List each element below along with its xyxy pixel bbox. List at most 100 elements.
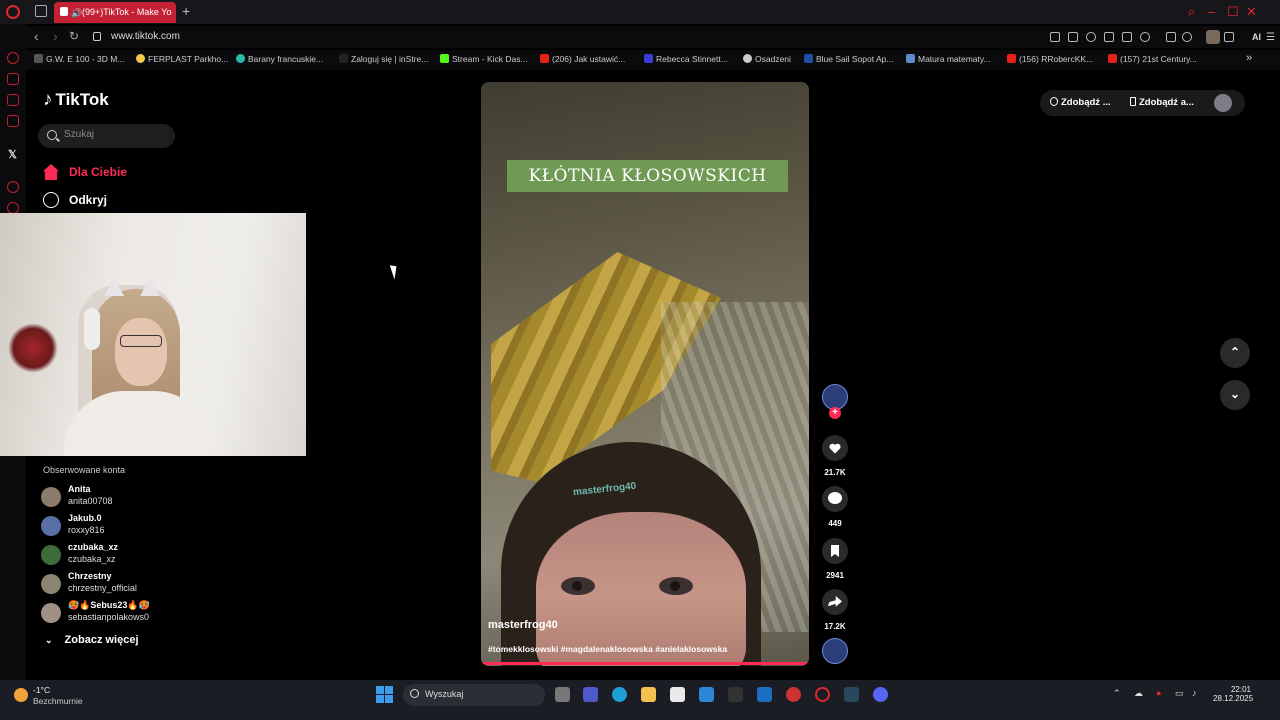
save-button[interactable]: [822, 538, 848, 564]
speaker-icon[interactable]: 🔊: [71, 8, 82, 18]
extension-icon[interactable]: [1182, 32, 1192, 42]
tray-chevron-icon[interactable]: ⌃: [1113, 688, 1121, 699]
bookmark-icon[interactable]: [1050, 32, 1060, 42]
reload-button[interactable]: ↻: [69, 29, 79, 43]
windows-taskbar: -1°C Bezchmurnie ⌃ ☁ ● ▭ ♪ 22:01 28.12.2…: [0, 680, 1280, 720]
browser-tab-tiktok[interactable]: 🔊(99+)TikTok - Make Yo: [54, 2, 176, 23]
bookmarks-overflow-icon[interactable]: »: [1246, 52, 1252, 64]
microphone-icon[interactable]: ●: [1156, 688, 1161, 698]
mail-icon[interactable]: [699, 687, 714, 702]
search-input[interactable]: [64, 129, 164, 140]
maximize-button[interactable]: ☐: [1227, 4, 1239, 20]
teams-icon[interactable]: [583, 687, 598, 702]
bookmark-item[interactable]: Osadzeni: [743, 54, 791, 64]
play-icon[interactable]: [1122, 32, 1132, 42]
edge-icon[interactable]: [612, 687, 627, 702]
video-hashtags[interactable]: #tomekklosowski #magdalenaklosowska #ani…: [488, 644, 727, 654]
get-coins-button[interactable]: Zdobądź ...: [1050, 97, 1111, 108]
app-icon[interactable]: [757, 687, 772, 702]
weather-icon[interactable]: [14, 688, 28, 702]
close-window-button[interactable]: ✕: [1246, 4, 1257, 20]
extensions-icon[interactable]: [1166, 32, 1176, 42]
app-icon[interactable]: [728, 687, 743, 702]
tab-title: (99+)TikTok - Make Yo: [82, 7, 172, 17]
lock-icon[interactable]: [93, 32, 101, 41]
avatar: [41, 516, 61, 536]
tab-manager-icon[interactable]: [35, 5, 47, 17]
taskbar-search-input[interactable]: [425, 689, 535, 699]
search-tabs-icon[interactable]: ⌕: [1188, 4, 1195, 20]
get-app-button[interactable]: Zdobądź a...: [1130, 97, 1194, 108]
new-tab-button[interactable]: +: [182, 3, 190, 19]
compass-icon: [43, 192, 59, 208]
file-explorer-icon[interactable]: [641, 687, 656, 702]
translate-icon[interactable]: [1104, 32, 1114, 42]
avatar: [41, 545, 61, 565]
video-progress-bar[interactable]: [481, 662, 809, 665]
music-disc-icon[interactable]: [822, 638, 848, 664]
minimize-button[interactable]: –: [1208, 4, 1215, 19]
opera-logo-icon[interactable]: [6, 5, 20, 19]
profile-avatar[interactable]: [1214, 94, 1232, 112]
task-view-icon[interactable]: [555, 687, 570, 702]
phone-icon: [1130, 97, 1136, 106]
steam-icon[interactable]: [844, 687, 859, 702]
comment-button[interactable]: [822, 486, 848, 512]
previous-video-button[interactable]: ⌃: [1220, 338, 1250, 368]
bookmark-item[interactable]: Blue Sail Sopot Ap...: [804, 54, 894, 64]
heart-icon: [829, 443, 841, 454]
see-more-button[interactable]: ⌄ Zobacz więcej: [45, 634, 139, 646]
bookmark-item[interactable]: Zaloguj się | inStre...: [339, 54, 428, 64]
bookmark-item[interactable]: (156) RRobercKK...: [1007, 54, 1093, 64]
start-button[interactable]: [376, 686, 393, 703]
aria-icon[interactable]: [1239, 32, 1249, 42]
network-icon[interactable]: ▭: [1175, 688, 1184, 699]
bookmark-item[interactable]: Matura matematy...: [906, 54, 991, 64]
snapshot-icon[interactable]: [1068, 32, 1078, 42]
nav-for-you[interactable]: Dla Ciebie: [43, 164, 127, 180]
discord-icon[interactable]: [873, 687, 888, 702]
player-icon[interactable]: [7, 181, 19, 193]
bookmark-item[interactable]: Barany francuskie...: [236, 54, 323, 64]
heart-icon[interactable]: [1140, 32, 1150, 42]
like-button[interactable]: [822, 435, 848, 461]
bookmark-item[interactable]: (157) 21st Century...: [1108, 54, 1197, 64]
url-field[interactable]: www.tiktok.com: [111, 31, 180, 42]
opera-icon[interactable]: [815, 687, 830, 702]
follow-plus-icon[interactable]: +: [829, 407, 841, 419]
back-button[interactable]: ‹: [34, 28, 39, 44]
taskbar-search[interactable]: [403, 684, 545, 706]
temperature[interactable]: -1°C: [33, 685, 50, 695]
tiktok-logo[interactable]: ♪ TikTok: [43, 89, 109, 111]
weather-condition[interactable]: Bezchmurnie: [33, 696, 83, 706]
nav-explore[interactable]: Odkryj: [43, 192, 107, 208]
forward-button[interactable]: ›: [53, 28, 58, 44]
profile-extension-icon[interactable]: [1206, 30, 1220, 44]
volume-icon[interactable]: ♪: [1192, 688, 1197, 698]
chat-icon[interactable]: [7, 115, 19, 127]
share-button[interactable]: [822, 589, 848, 615]
next-video-button[interactable]: ⌄: [1220, 380, 1250, 410]
tiktok-favicon-icon: [60, 7, 68, 16]
video-author[interactable]: masterfrog40: [488, 619, 558, 631]
shield-icon[interactable]: [1086, 32, 1096, 42]
bookmark-item[interactable]: FERPLAST Parkho...: [136, 54, 228, 64]
instagram-icon[interactable]: [7, 94, 19, 106]
bookmark-item[interactable]: Rebecca Stinnett...: [644, 54, 728, 64]
bookmark-item[interactable]: (206) Jak ustawić...: [540, 54, 625, 64]
onedrive-icon[interactable]: ☁: [1134, 688, 1143, 699]
bookmark-item[interactable]: Stream - Kick Das...: [440, 54, 528, 64]
menu-icon[interactable]: ☰: [1266, 32, 1276, 43]
download-icon[interactable]: [1224, 32, 1234, 42]
mouse-cursor: [389, 263, 401, 280]
x-icon[interactable]: 𝕏: [8, 148, 17, 161]
search-box[interactable]: [38, 124, 175, 148]
ai-button[interactable]: AI: [1252, 32, 1261, 42]
speed-dial-icon[interactable]: [7, 52, 19, 64]
opera-gx-icon[interactable]: [786, 687, 801, 702]
bookmark-item[interactable]: G.W. E 100 - 3D M...: [34, 54, 124, 64]
video-player[interactable]: KŁÓTNIA KŁOSOWSKICH masterfrog40 masterf…: [481, 82, 809, 666]
store-icon[interactable]: [670, 687, 685, 702]
messenger-icon[interactable]: [7, 73, 19, 85]
clock[interactable]: 22:01 28.12.2025: [1213, 685, 1253, 703]
